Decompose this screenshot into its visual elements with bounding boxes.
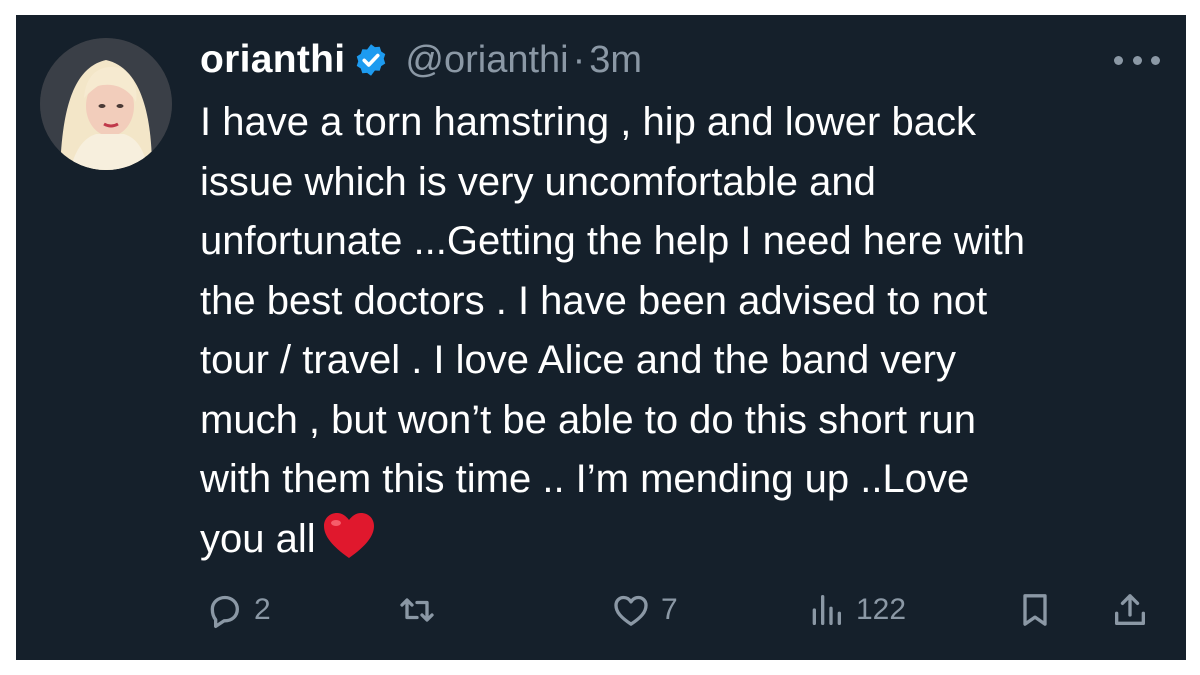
heart-icon <box>611 590 651 630</box>
avatar[interactable] <box>40 38 172 170</box>
tweet-text-line: issue which is very uncomfortable and <box>200 159 876 204</box>
tweet-text-line: the best doctors . I have been advised t… <box>200 278 988 323</box>
tweet-text: I have a torn hamstring , hip and lower … <box>200 93 1175 569</box>
share-icon <box>1110 590 1150 630</box>
bookmark-button[interactable] <box>1015 585 1055 635</box>
tweet-text-line: you all <box>200 516 316 561</box>
reply-button[interactable]: 2 <box>204 585 271 635</box>
bookmark-icon <box>1015 590 1055 630</box>
retweet-icon <box>397 590 437 630</box>
author-name[interactable]: orianthi <box>200 38 345 82</box>
like-count: 7 <box>661 593 678 626</box>
red-heart-emoji <box>322 512 376 560</box>
avatar-image <box>40 38 172 170</box>
more-icon[interactable] <box>1114 53 1160 67</box>
tweet-text-line: much , but won’t be able to do this shor… <box>200 397 976 442</box>
author-handle[interactable]: @orianthi <box>405 39 568 82</box>
views-icon <box>806 590 846 630</box>
share-button[interactable] <box>1110 585 1150 635</box>
views-button[interactable]: 122 <box>806 585 906 635</box>
reply-icon <box>204 590 244 630</box>
tweet-timestamp[interactable]: 3m <box>589 39 642 82</box>
tweet-actions: 2 7 122 <box>200 585 1160 635</box>
tweet-card: orianthi @orianthi · 3m I have a torn ha… <box>16 15 1186 660</box>
view-count: 122 <box>856 593 907 626</box>
header-separator: · <box>572 38 586 81</box>
tweet-header: orianthi @orianthi · 3m <box>200 35 642 85</box>
retweet-button[interactable] <box>397 585 437 635</box>
tweet-text-line: tour / travel . I love Alice and the ban… <box>200 338 956 382</box>
tweet-text-line: unfortunate ...Getting the help I need h… <box>200 219 1025 263</box>
tweet-text-line: with them this time .. I’m mending up ..… <box>200 457 970 501</box>
like-button[interactable]: 7 <box>611 585 678 635</box>
reply-count: 2 <box>254 593 271 626</box>
verified-badge-icon <box>353 42 389 78</box>
tweet-text-line: I have a torn hamstring , hip and lower … <box>200 100 976 144</box>
